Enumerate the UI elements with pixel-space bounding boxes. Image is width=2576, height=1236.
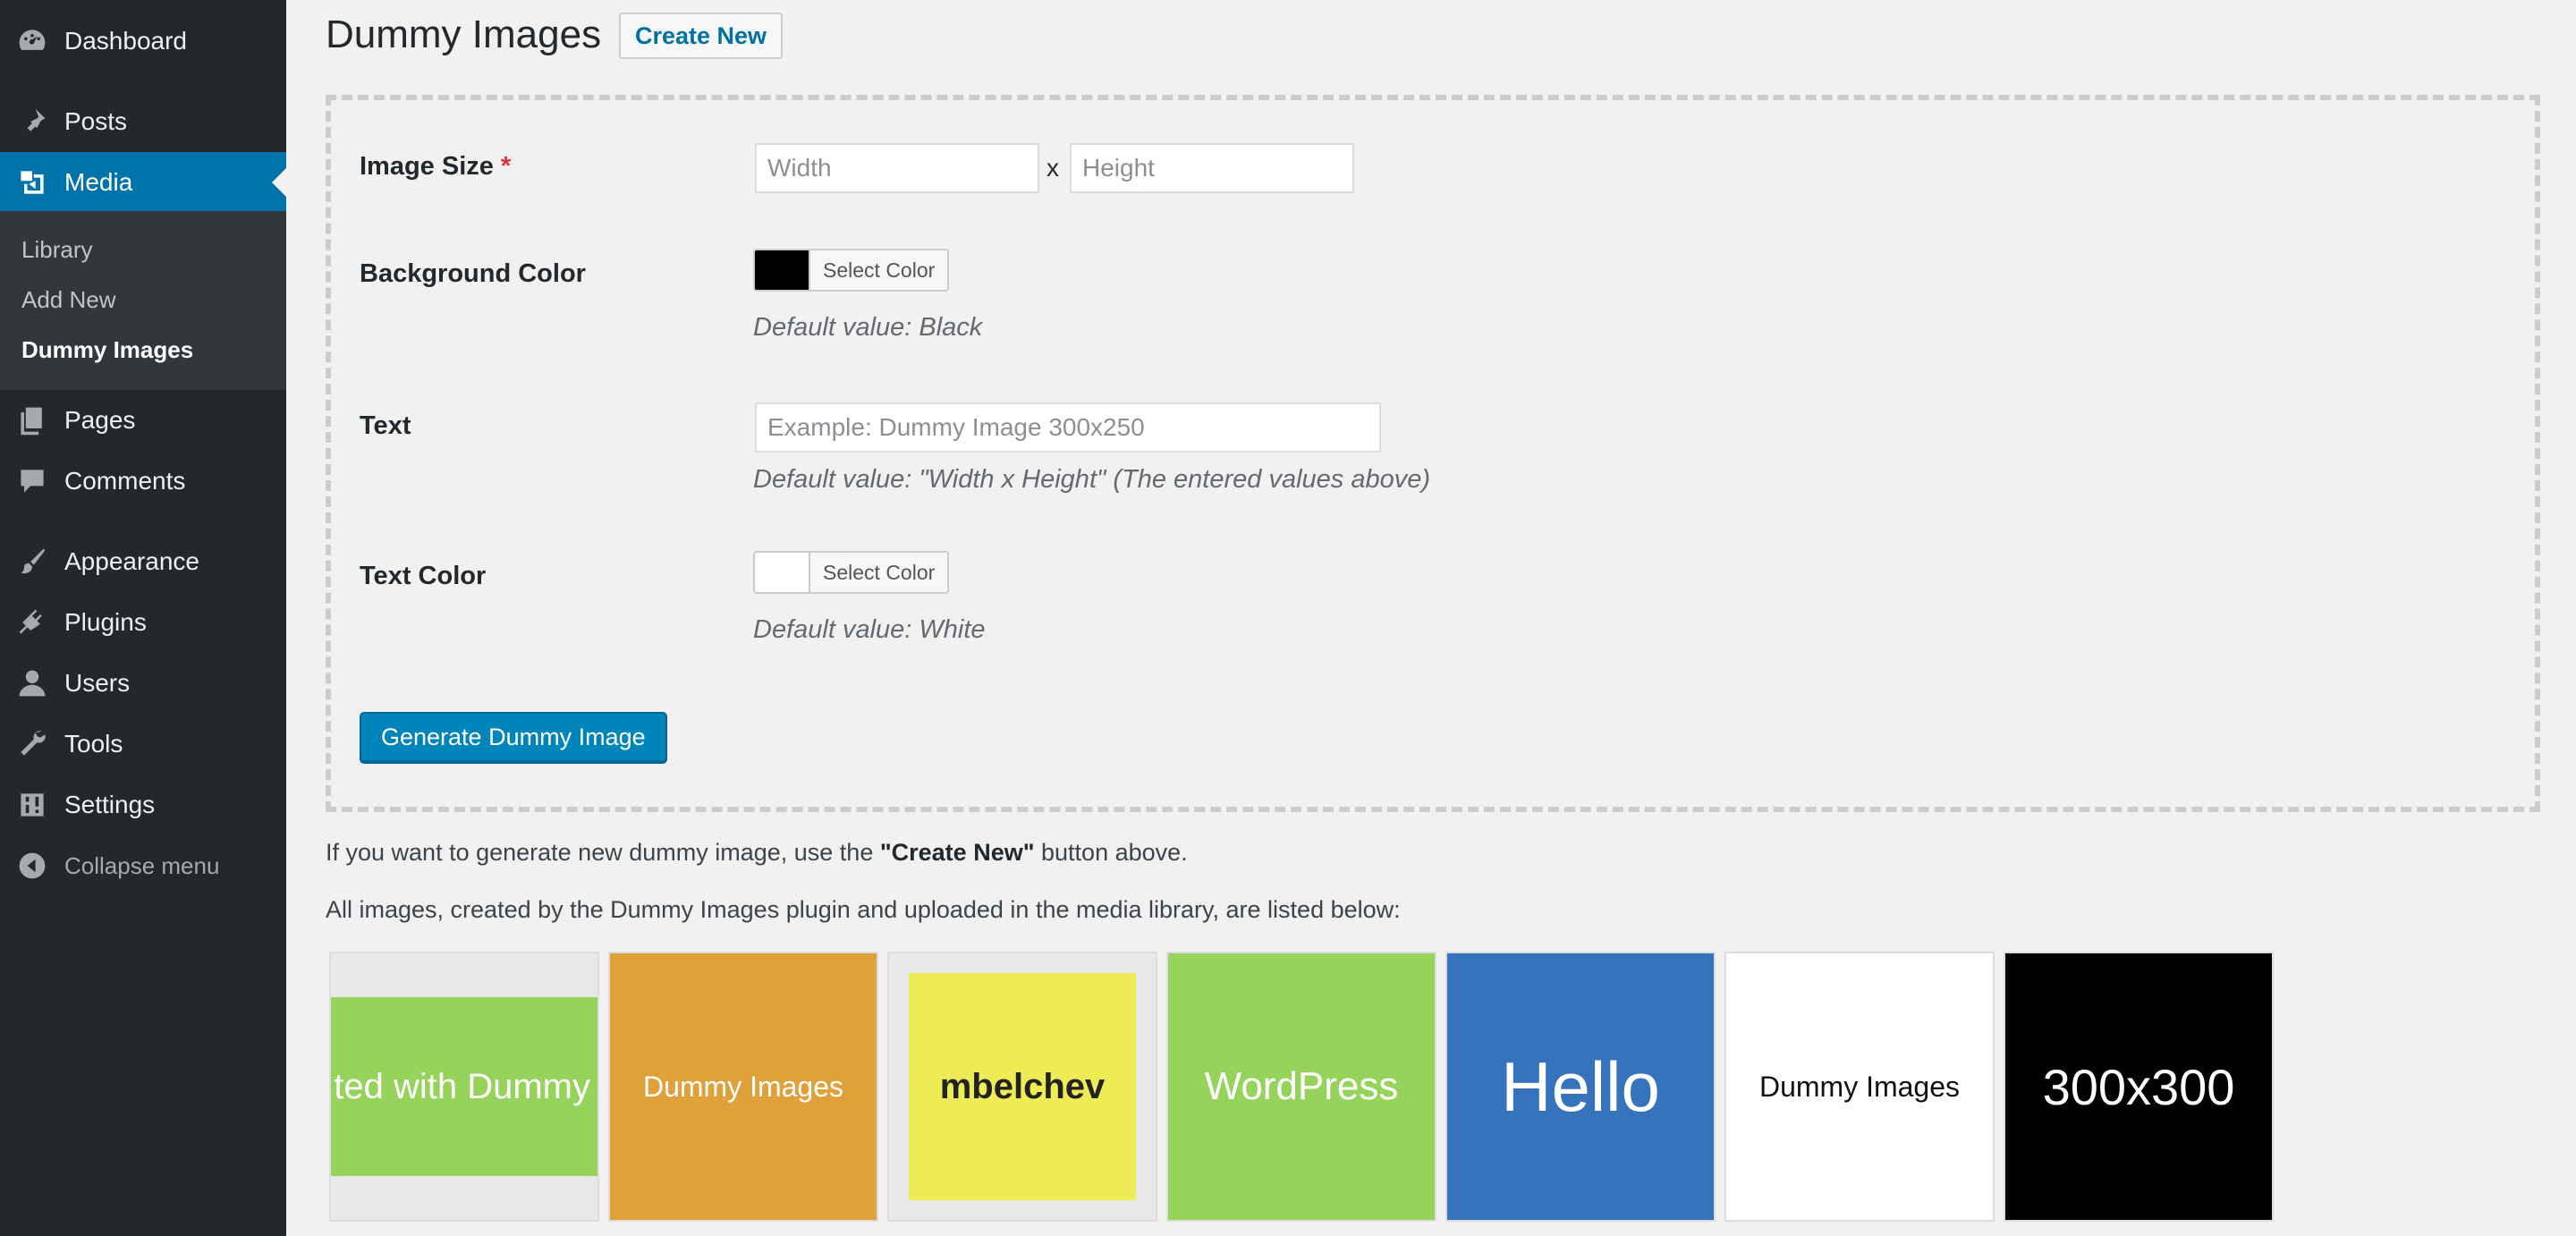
paintbrush-icon — [14, 544, 50, 580]
sidebar-item-label: Settings — [64, 791, 156, 818]
sidebar-item-label: Comments — [64, 467, 186, 495]
gallery-thumbnail[interactable]: mbelchev — [887, 952, 1157, 1222]
text-label: Text — [360, 411, 411, 440]
sidebar-item-comments[interactable]: Comments — [0, 451, 286, 512]
submenu-item-add-new[interactable]: Add New — [21, 286, 116, 314]
collapse-menu-button[interactable]: Collapse menu — [0, 835, 286, 896]
plugin-icon — [14, 605, 50, 640]
sidebar-item-label: Plugins — [64, 608, 147, 636]
select-color-button[interactable]: Select Color — [809, 250, 948, 290]
text-color-default-text: Default value: White — [753, 615, 986, 644]
sidebar-item-label: Tools — [64, 730, 123, 758]
gallery-thumbnail[interactable]: Dummy Images — [608, 952, 878, 1222]
height-input[interactable] — [1070, 143, 1354, 193]
media-submenu: Library Add New Dummy Images — [0, 211, 286, 390]
image-size-label-text: Image Size — [360, 152, 494, 181]
generator-form — [326, 95, 2540, 812]
image-size-label: Image Size * — [360, 152, 511, 182]
submenu-item-dummy-images[interactable]: Dummy Images — [21, 336, 193, 364]
collapse-icon — [14, 848, 50, 884]
sidebar-item-plugins[interactable]: Plugins — [0, 592, 286, 653]
text-input[interactable] — [755, 402, 1381, 453]
submenu-item-library[interactable]: Library — [21, 236, 92, 264]
sidebar-item-dashboard[interactable]: Dashboard — [0, 11, 286, 72]
gallery-thumbnail[interactable]: Hello — [1445, 952, 1716, 1222]
background-color-label: Background Color — [360, 259, 586, 288]
thumbnail-text: mbelchev — [909, 973, 1136, 1200]
gallery-description: All images, created by the Dummy Images … — [326, 896, 1401, 923]
hint-text: If you want to generate new dummy image,… — [326, 839, 880, 866]
sidebar-item-label: Collapse menu — [64, 851, 220, 879]
hint-bold-text: "Create New" — [879, 839, 1035, 866]
width-input[interactable] — [755, 143, 1039, 193]
sidebar-item-tools[interactable]: Tools — [0, 714, 286, 775]
sidebar-item-appearance[interactable]: Appearance — [0, 531, 286, 592]
sidebar-item-settings[interactable]: Settings — [0, 775, 286, 835]
create-new-hint: If you want to generate new dummy image,… — [326, 839, 1188, 867]
color-swatch — [755, 553, 809, 592]
generate-dummy-image-button[interactable]: Generate Dummy Image — [360, 712, 667, 762]
background-color-picker[interactable]: Select Color — [753, 249, 950, 292]
comment-icon — [14, 463, 50, 499]
sidebar-item-posts[interactable]: Posts — [0, 91, 286, 152]
thumbnail-text: ted with Dummy — [331, 997, 597, 1176]
sidebar-item-pages[interactable]: Pages — [0, 390, 286, 451]
text-color-label: Text Color — [360, 562, 487, 590]
settings-icon — [14, 787, 50, 823]
gallery-thumbnail[interactable]: ted with Dummy — [329, 952, 599, 1222]
sidebar-item-media[interactable]: Media — [0, 152, 286, 213]
gallery-thumbnail[interactable]: WordPress — [1166, 952, 1436, 1222]
size-separator: x — [1046, 154, 1059, 182]
dashboard-icon — [14, 23, 50, 59]
background-default-text: Default value: Black — [753, 313, 983, 342]
thumbnail-text: Dummy Images — [610, 953, 877, 1220]
thumbnail-text: Dummy Images — [1726, 953, 1993, 1220]
wrench-icon — [14, 726, 50, 762]
sidebar-item-label: Dashboard — [64, 27, 187, 55]
create-new-button[interactable]: Create New — [619, 13, 784, 59]
gallery-thumbnail[interactable]: Dummy Images — [1724, 952, 1995, 1222]
color-swatch — [755, 250, 809, 290]
sidebar-item-label: Pages — [64, 406, 136, 434]
gallery-thumbnail[interactable]: 300x300 — [2004, 952, 2274, 1222]
thumbnail-text: Hello — [1447, 953, 1714, 1220]
user-icon — [14, 665, 50, 701]
thumbnail-text: 300x300 — [2005, 953, 2272, 1220]
media-icon — [14, 165, 50, 200]
sidebar-item-label: Appearance — [64, 547, 200, 575]
select-color-button[interactable]: Select Color — [809, 553, 948, 592]
admin-sidebar: Dashboard Posts Media Library Add New Du… — [0, 0, 286, 1236]
sidebar-item-users[interactable]: Users — [0, 653, 286, 714]
sidebar-item-label: Media — [64, 168, 133, 196]
page-title: Dummy Images — [326, 13, 602, 56]
hint-text: button above. — [1034, 839, 1188, 866]
sidebar-item-label: Posts — [64, 107, 128, 135]
thumbnail-text: WordPress — [1168, 953, 1435, 1220]
pages-icon — [14, 402, 50, 438]
text-default-text: Default value: "Width x Height" (The ent… — [753, 465, 1431, 494]
pushpin-icon — [14, 104, 50, 140]
sidebar-item-label: Users — [64, 669, 131, 697]
text-color-picker[interactable]: Select Color — [753, 551, 950, 594]
required-mark: * — [500, 152, 512, 181]
